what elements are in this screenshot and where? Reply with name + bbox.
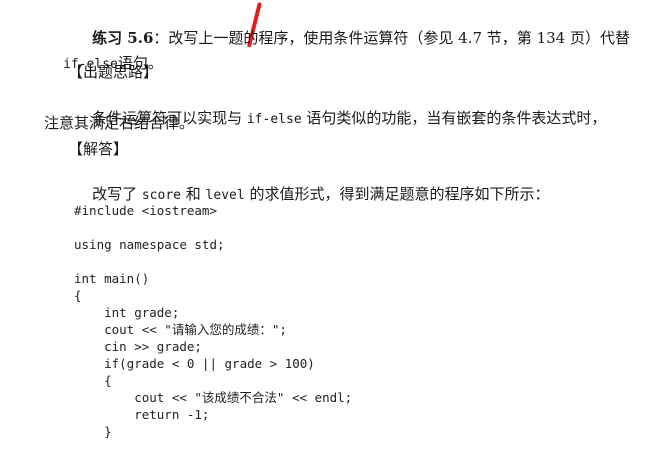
code-line: return -1;: [74, 407, 210, 422]
exercise-text: ：改写上一题的程序，使用条件运算符（参见 4.7 节，第 134 页）代替: [153, 29, 630, 47]
code-line: }: [74, 424, 112, 439]
code-line: using namespace std;: [74, 237, 225, 252]
code-line: if(grade < 0 || grade > 100): [74, 356, 315, 371]
code-line: {: [74, 373, 112, 388]
idea-code-term: if-else: [246, 112, 302, 127]
code-line: int grade;: [74, 305, 180, 320]
idea-heading: 【出题思路】: [68, 63, 159, 81]
code-line: {: [74, 288, 82, 303]
idea-line-2: 注意其满足右结合律。: [44, 114, 195, 132]
idea-line1-post: 语句类似的功能，当有嵌套的条件表达式时，: [301, 109, 607, 127]
code-block: #include <iostream> using namespace std;…: [74, 185, 352, 474]
code-line: #include <iostream>: [74, 203, 217, 218]
code-line: int main(): [74, 271, 150, 286]
code-line: cout << "该成绩不合法" << endl;: [74, 390, 353, 405]
document-page: 练习 5.6：改写上一题的程序，使用条件运算符（参见 4.7 节，第 134 页…: [0, 0, 666, 453]
code-line: cin >> grade;: [74, 339, 202, 354]
code-line: cout << "请输入您的成绩：";: [74, 322, 287, 337]
answer-heading: 【解答】: [68, 140, 129, 158]
